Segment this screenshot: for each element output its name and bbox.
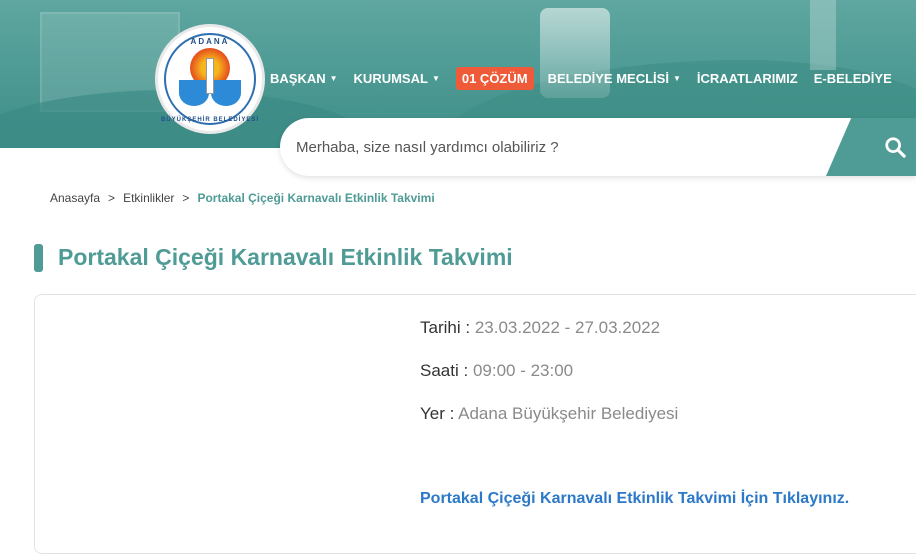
event-place: Yer : Adana Büyükşehir Belediyesi (420, 404, 678, 424)
nav-item-belediye-meclisi[interactable]: BELEDİYE MECLİSİ ▼ (548, 71, 681, 86)
banner-tower (810, 0, 836, 70)
search-button[interactable] (826, 118, 916, 176)
main-nav: BAŞKAN ▼ KURUMSAL ▼ 01 ÇÖZÜM BELEDİYE MECL… (270, 66, 908, 90)
page-title: Portakal Çiçeği Karnavalı Etkinlik Takvi… (58, 244, 513, 270)
site-logo[interactable]: ADANA BÜYÜKŞEHİR BELEDİYESİ (155, 24, 265, 134)
search-bar (280, 118, 916, 176)
nav-item-icraatlarimiz[interactable]: İCRAATLARIMIZ (697, 71, 798, 86)
logo-bottom-text: BÜYÜKŞEHİR BELEDİYESİ (160, 117, 259, 123)
nav-item-e-belediye[interactable]: E-BELEDİYE (814, 71, 892, 86)
search-input[interactable] (296, 138, 816, 156)
logo-emblem-icon (179, 48, 241, 110)
title-accent-bar (34, 244, 43, 272)
event-date-label: Tarihi : (420, 318, 471, 337)
event-place-value: Adana Büyükşehir Belediyesi (458, 404, 679, 423)
nav-item-01-cozum[interactable]: 01 ÇÖZÜM (455, 66, 534, 90)
breadcrumb-separator: > (108, 191, 116, 205)
chevron-down-icon: ▼ (431, 73, 440, 83)
nav-item-kurumsal[interactable]: KURUMSAL ▼ (354, 71, 440, 86)
chevron-down-icon: ▼ (329, 73, 338, 83)
breadcrumb-events[interactable]: Etkinlikler (123, 191, 174, 205)
breadcrumb-separator: > (182, 191, 190, 205)
event-date: Tarihi : 23.03.2022 - 27.03.2022 (420, 318, 660, 338)
nav-item-baskan[interactable]: BAŞKAN ▼ (270, 71, 338, 86)
chevron-down-icon: ▼ (672, 73, 681, 83)
breadcrumb-home[interactable]: Anasayfa (50, 191, 100, 205)
breadcrumb: Anasayfa > Etkinlikler > Portakal Çiçeği… (50, 191, 435, 205)
breadcrumb-current: Portakal Çiçeği Karnavalı Etkinlik Takvi… (197, 191, 435, 205)
event-calendar-link[interactable]: Portakal Çiçeği Karnavalı Etkinlik Takvi… (420, 490, 849, 508)
logo-top-text: ADANA (190, 37, 230, 46)
event-place-label: Yer : (420, 404, 455, 423)
event-time: Saati : 09:00 - 23:00 (420, 361, 573, 381)
event-time-value: 09:00 - 23:00 (472, 361, 574, 380)
event-date-value: 23.03.2022 - 27.03.2022 (474, 318, 661, 337)
search-icon (885, 137, 906, 158)
event-time-label: Saati : (420, 361, 469, 380)
